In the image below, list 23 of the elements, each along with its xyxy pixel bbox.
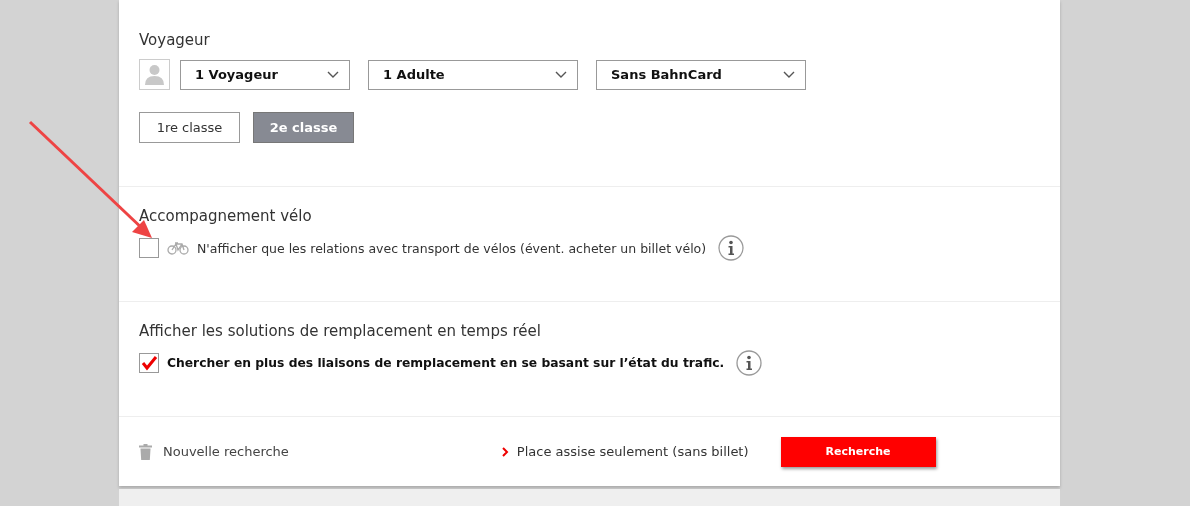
checkbox[interactable] [139,353,159,373]
chevron-icon [501,446,509,457]
trash-icon[interactable] [139,443,152,460]
chevron-down-icon [327,70,339,79]
dropdown[interactable]: 1 Voyageur [180,59,350,90]
class-button[interactable]: 1re classe [139,112,240,143]
info-icon[interactable] [718,235,745,261]
checkbox[interactable] [139,238,159,258]
dropdown[interactable]: 1 Adulte [368,59,578,90]
seat-only-link[interactable]: Place assise seulement (sans billet) [516,444,749,459]
person-icon [139,59,170,90]
info-icon[interactable] [736,350,763,376]
checkbox-label: N'afficher que les relations avec transport de vélos (évent. acheter un billet vélo) [197,240,707,256]
search-button[interactable]: Recherche [780,436,936,467]
chevron-down-icon [555,70,567,79]
bicycle-icon [167,241,189,255]
dropdown[interactable]: Sans BahnCard [596,59,806,90]
section-heading: Voyageur [139,31,211,49]
section-heading: Afficher les solutions de remplacement en temps réel [139,322,542,340]
checkbox-label: Chercher en plus des liaisons de remplacement en se basant sur l’état du trafic. [167,356,725,370]
chevron-down-icon [783,70,795,79]
section-heading: Accompagnement vélo [139,207,313,225]
new-search-link[interactable]: Nouvelle recherche [163,444,289,459]
